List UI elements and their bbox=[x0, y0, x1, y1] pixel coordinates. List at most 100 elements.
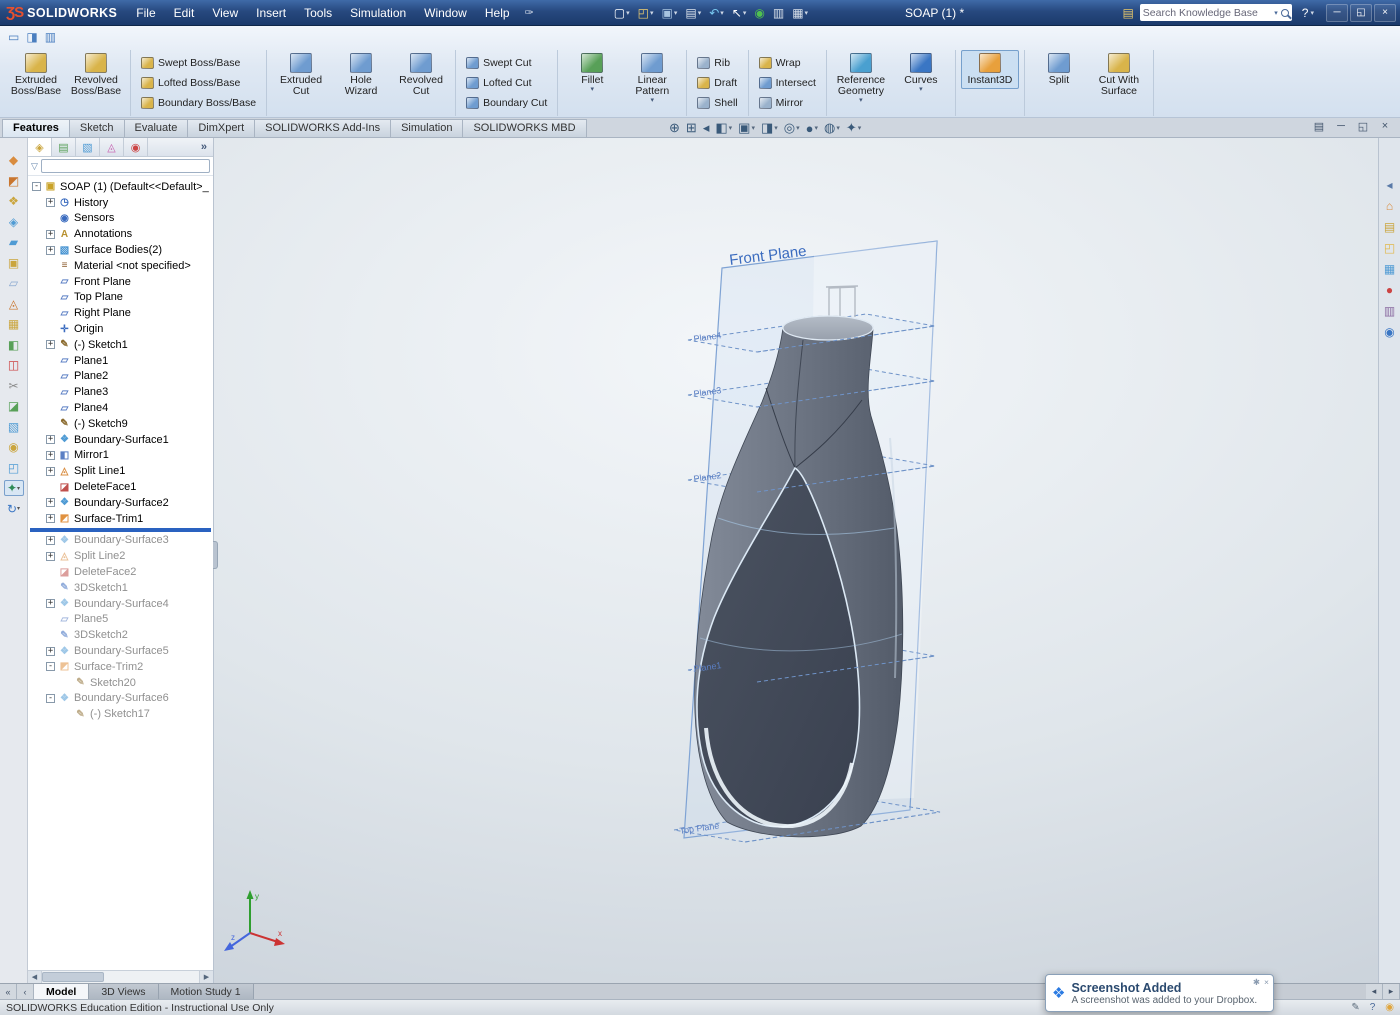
offset-surface-icon[interactable]: ▱ ▾ bbox=[4, 275, 24, 291]
hole-wizard[interactable]: Hole Wizard ▾ bbox=[332, 50, 390, 100]
expand-toggle[interactable]: + bbox=[46, 435, 55, 445]
help-status-icon[interactable]: ? bbox=[1370, 1002, 1376, 1013]
expand-toggle[interactable]: + bbox=[46, 498, 55, 508]
menu-item[interactable]: Help bbox=[476, 0, 519, 26]
document-tab[interactable]: Motion Study 1 bbox=[158, 984, 254, 999]
file-properties-icon[interactable]: ▥ ▾ bbox=[769, 3, 788, 23]
tree-item[interactable]: ▱ Plane4 bbox=[28, 400, 213, 416]
command-manager-tab[interactable]: Features bbox=[2, 119, 70, 137]
hide-show-items-icon[interactable]: ◎ ▾ bbox=[783, 120, 801, 136]
thicken-icon[interactable]: ▧ ▾ bbox=[4, 419, 24, 435]
tree-item[interactable]: ▱ Front Plane bbox=[28, 274, 213, 290]
tree-item[interactable]: ▱ Plane2 bbox=[28, 369, 213, 385]
undo-icon[interactable]: ↶ ▾ bbox=[705, 3, 728, 23]
options-icon[interactable]: ▦ ▾ bbox=[788, 3, 812, 23]
tree-item[interactable]: + ◷ History bbox=[28, 195, 213, 211]
extruded-cut[interactable]: Extruded Cut ▾ bbox=[272, 50, 330, 100]
instant3d[interactable]: Instant3D ▾ bbox=[960, 50, 1019, 89]
filled-surface-icon[interactable]: ▣ ▾ bbox=[4, 255, 24, 271]
resources-status-icon[interactable]: ◉ bbox=[1385, 1002, 1394, 1013]
expand-toggle[interactable] bbox=[46, 309, 55, 318]
ruled-surface-icon[interactable]: ✦ ▾ bbox=[3, 480, 24, 496]
boundary-cut[interactable]: Boundary Cut ▾ bbox=[461, 94, 552, 113]
expand-toggle[interactable] bbox=[46, 356, 55, 365]
tree-item[interactable]: ▱ Plane5 bbox=[28, 612, 213, 628]
tab-scroll-back-icon[interactable]: ◂ bbox=[1366, 984, 1383, 999]
featuremanager-tree-tab[interactable]: ◈ bbox=[28, 138, 52, 156]
lofted-cut[interactable]: Lofted Cut ▾ bbox=[461, 74, 552, 93]
expand-toggle[interactable]: - bbox=[46, 662, 55, 672]
expand-toggle[interactable] bbox=[46, 372, 55, 381]
planar-surface-icon[interactable]: ◧ ▾ bbox=[4, 337, 24, 353]
search-input[interactable] bbox=[1142, 6, 1272, 19]
tab-scroll-first-icon[interactable]: « bbox=[0, 984, 17, 999]
open-icon[interactable]: ◰ ▾ bbox=[634, 3, 658, 23]
tree-item[interactable]: ✎ 3DSketch1 bbox=[28, 580, 213, 596]
dropdown-arrow-icon[interactable]: ▾ bbox=[919, 86, 923, 93]
solidworks-resources-icon[interactable]: ◉ bbox=[1384, 325, 1394, 339]
untrim-surface-icon[interactable]: ◪ ▾ bbox=[4, 398, 24, 414]
extruded-boss-base[interactable]: Extruded Boss/Base ▾ bbox=[7, 50, 65, 100]
lofted-surface-icon[interactable]: ◈ ▾ bbox=[4, 214, 24, 230]
menu-item[interactable]: Tools bbox=[295, 0, 341, 26]
expand-toggle[interactable]: + bbox=[46, 451, 55, 460]
menu-item[interactable]: Edit bbox=[165, 0, 204, 26]
expand-toggle[interactable]: + bbox=[46, 551, 55, 561]
print-icon[interactable]: ▤ ▾ bbox=[681, 3, 705, 23]
swept-surface-icon[interactable]: ❖ ▾ bbox=[4, 193, 24, 209]
scrollbar-thumb[interactable] bbox=[42, 972, 104, 982]
wrap[interactable]: Wrap ▾ bbox=[754, 54, 821, 73]
expand-toggle[interactable]: - bbox=[32, 182, 41, 192]
tree-item[interactable] bbox=[30, 527, 211, 532]
split[interactable]: Split ▾ bbox=[1030, 50, 1088, 89]
doc-window-menu-icon[interactable]: ▤ bbox=[1310, 120, 1328, 133]
lofted-boss-base[interactable]: Lofted Boss/Base ▾ bbox=[136, 74, 261, 93]
expand-toggle[interactable]: + bbox=[46, 340, 55, 350]
menu-item[interactable]: Simulation bbox=[341, 0, 415, 26]
tree-item[interactable]: ▱ Right Plane bbox=[28, 305, 213, 321]
tree-item[interactable]: ✎ 3DSketch2 bbox=[28, 627, 213, 643]
notification-settings-icon[interactable]: ✱ bbox=[1253, 977, 1260, 988]
expand-toggle[interactable] bbox=[46, 261, 55, 270]
rebuild-icon[interactable]: ◉ ▾ bbox=[750, 3, 768, 23]
help-button[interactable]: ? ▾ bbox=[1298, 6, 1318, 20]
expand-toggle[interactable] bbox=[46, 631, 55, 640]
display-style-icon[interactable]: ◨ ▾ bbox=[760, 120, 779, 136]
linear-pattern[interactable]: Linear Pattern ▾ bbox=[623, 50, 681, 107]
restore-button[interactable]: ◱ bbox=[1350, 3, 1372, 22]
revolved-surface-icon[interactable]: ◩ ▾ bbox=[4, 173, 24, 189]
tree-item[interactable]: ▱ Plane3 bbox=[28, 384, 213, 400]
menu-item[interactable]: File bbox=[127, 0, 164, 26]
tree-horizontal-scrollbar[interactable]: ◀ ▶ bbox=[28, 970, 213, 983]
dropdown-arrow-icon[interactable]: ▾ bbox=[591, 86, 595, 93]
zoom-fit-icon[interactable]: ⊕ ▾ bbox=[668, 120, 681, 136]
expand-toggle[interactable] bbox=[46, 325, 55, 334]
tree-item[interactable]: + ◬ Split Line2 bbox=[28, 548, 213, 564]
revolved-cut[interactable]: Revolved Cut ▾ bbox=[392, 50, 450, 100]
dropbox-notification[interactable]: ❖ Screenshot Added A screenshot was adde… bbox=[1045, 974, 1274, 1012]
scroll-right-icon[interactable]: ▶ bbox=[199, 971, 213, 983]
expand-toggle[interactable] bbox=[46, 615, 55, 624]
pin-menu-icon[interactable]: ✑ bbox=[519, 6, 540, 19]
design-library-icon[interactable]: ▤ bbox=[1384, 220, 1395, 234]
tree-item[interactable]: + ▧ Surface Bodies(2) bbox=[28, 242, 213, 258]
tree-item[interactable]: + ◬ Split Line1 bbox=[28, 463, 213, 479]
expand-toggle[interactable] bbox=[46, 388, 55, 397]
tree-item[interactable]: ◉ Sensors bbox=[28, 211, 213, 227]
task-pane-collapse-icon[interactable]: ◂ bbox=[1386, 178, 1392, 192]
doc-minimize-icon[interactable]: ─ bbox=[1332, 120, 1350, 133]
command-manager-tab[interactable]: Simulation bbox=[390, 119, 464, 137]
expand-toggle[interactable] bbox=[46, 293, 55, 302]
scroll-left-icon[interactable]: ◀ bbox=[28, 971, 42, 983]
revolved-boss-base[interactable]: Revolved Boss/Base ▾ bbox=[67, 50, 125, 100]
menu-item[interactable]: Insert bbox=[247, 0, 295, 26]
tree-item[interactable]: ▱ Plane1 bbox=[28, 353, 213, 369]
tree-item[interactable]: ✎ (-) Sketch9 bbox=[28, 416, 213, 432]
boundary-boss-base[interactable]: Boundary Boss/Base ▾ bbox=[136, 94, 261, 113]
tree-item[interactable]: ◪ DeleteFace2 bbox=[28, 564, 213, 580]
save-icon[interactable]: ▣ ▾ bbox=[657, 3, 681, 23]
filter-icon[interactable]: ▽ bbox=[31, 161, 38, 172]
boundary-surface-icon[interactable]: ▰ ▾ bbox=[4, 234, 24, 250]
extruded-surface-icon[interactable]: ◆ ▾ bbox=[4, 152, 24, 168]
appearances-icon[interactable]: ● bbox=[1386, 283, 1393, 297]
